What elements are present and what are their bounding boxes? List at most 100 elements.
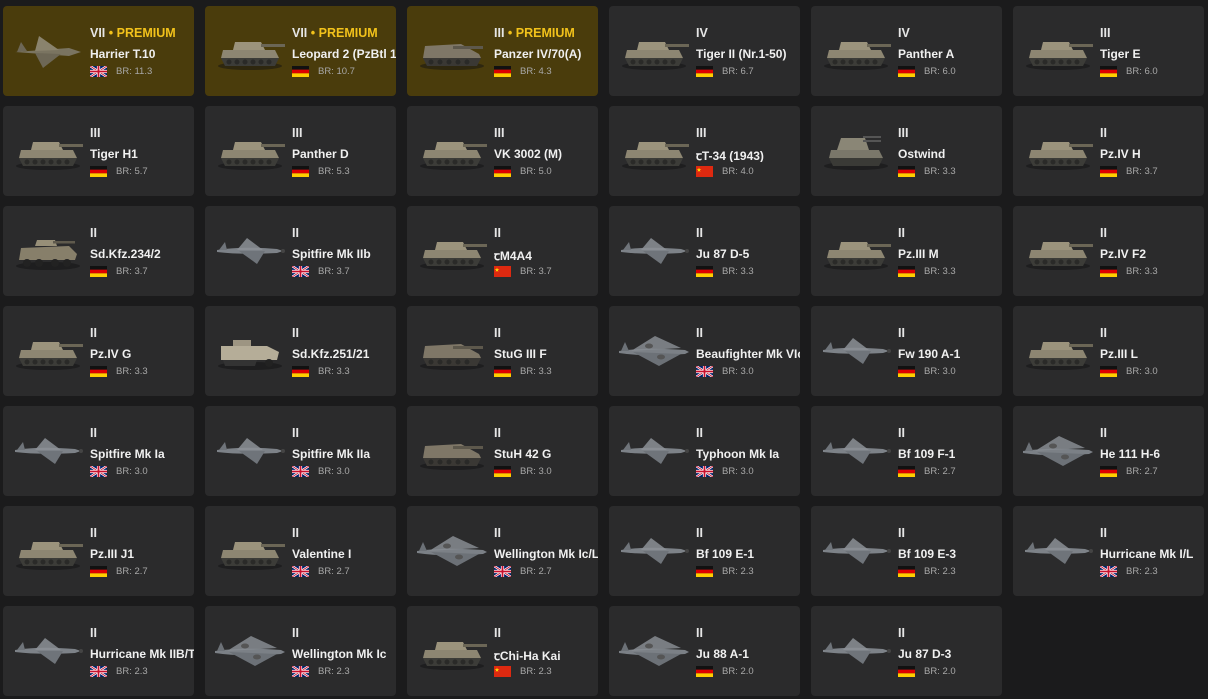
vehicle-card[interactable]: II Sd.Kfz.251/21 BR: 3.3 (205, 306, 396, 396)
battle-rating: BR: 5.3 (318, 165, 350, 177)
vehicle-card[interactable]: II Ju 87 D-5 BR: 3.3 (609, 206, 800, 296)
battle-rating: BR: 3.0 (318, 465, 350, 477)
vehicle-card[interactable]: III Tiger E BR: 6.0 (1013, 6, 1204, 96)
vehicle-card[interactable]: II Wellington Mk Ic/L BR: 2.7 (407, 506, 598, 596)
rank-label: III (90, 126, 101, 140)
vehicle-card[interactable]: IV Panther A BR: 6.0 (811, 6, 1002, 96)
vehicle-card[interactable]: II Hurricane Mk I/L BR: 2.3 (1013, 506, 1204, 596)
vehicle-card[interactable]: II Pz.III M BR: 3.3 (811, 206, 1002, 296)
battle-rating-row: BR: 11.3 (90, 65, 194, 77)
rank-separator: • (105, 26, 117, 40)
battle-rating: BR: 2.0 (924, 665, 956, 677)
battle-rating: BR: 3.7 (318, 265, 350, 277)
battle-rating: BR: 11.3 (116, 65, 153, 77)
rank-label: II (696, 226, 703, 240)
vehicle-card[interactable]: VII • PREMIUM Leopard 2 (PzBtl 123) BR: 10… (205, 6, 396, 96)
fighter-plane-icon (15, 438, 83, 464)
vehicle-card[interactable]: II He 111 H-6 BR: 2.7 (1013, 406, 1204, 496)
rank-label: II (1100, 526, 1107, 540)
vehicle-card[interactable]: II Valentine I BR: 2.7 (205, 506, 396, 596)
china-flag-icon (494, 265, 511, 277)
rank-label: II (494, 426, 501, 440)
vehicle-name: Panther D (292, 147, 349, 161)
vehicle-card[interactable]: II Ju 88 A-1 BR: 2.0 (609, 606, 800, 696)
battle-rating: BR: 4.0 (722, 165, 754, 177)
battle-rating-row: BR: 3.3 (898, 265, 1002, 277)
tank-icon (1026, 342, 1093, 370)
vehicle-name: Tiger E (1100, 47, 1141, 61)
vehicle-info: II Ju 87 D-3 BR: 2.0 (898, 626, 1002, 677)
vehicle-card[interactable]: II Spitfire Mk IIb BR: 3.7 (205, 206, 396, 296)
rank-label: II (494, 526, 501, 540)
battle-rating: BR: 3.7 (1126, 165, 1158, 177)
germany-flag-icon (90, 265, 107, 277)
vehicle-card[interactable]: II Pz.IV F2 BR: 3.3 (1013, 206, 1204, 296)
germany-flag-icon (1100, 365, 1117, 377)
uk-flag-icon (292, 665, 309, 677)
battle-rating: BR: 2.3 (520, 665, 552, 677)
vehicle-card[interactable]: II Pz.IV G BR: 3.3 (3, 306, 194, 396)
vehicle-name: Bf 109 F-1 (898, 447, 956, 461)
vehicle-name: Pz.III L (1100, 347, 1139, 361)
battle-rating: BR: 2.0 (722, 665, 754, 677)
vehicle-card[interactable]: II Typhoon Mk Ia BR: 3.0 (609, 406, 800, 496)
vehicle-name: Beaufighter Mk VIc (696, 347, 800, 361)
battle-rating-row: BR: 2.7 (1100, 465, 1204, 477)
vehicle-card[interactable]: III ꞇT-34 (1943) BR: 4.0 (609, 106, 800, 196)
vehicle-rank: III • PREMIUM (494, 26, 598, 41)
vehicle-card[interactable]: III Panther D BR: 5.3 (205, 106, 396, 196)
vehicle-rank: III (696, 126, 800, 141)
vehicle-rank: II (696, 326, 800, 341)
vehicle-card[interactable]: II Sd.Kfz.234/2 BR: 3.7 (3, 206, 194, 296)
vehicle-card[interactable]: II Bf 109 F-1 BR: 2.7 (811, 406, 1002, 496)
germany-flag-icon (292, 65, 309, 77)
vehicle-card[interactable]: II Spitfire Mk IIa BR: 3.0 (205, 406, 396, 496)
vehicle-card[interactable]: IV Tiger II (Nr.1-50) BR: 6.7 (609, 6, 800, 96)
vehicle-card[interactable]: II Wellington Mk Ic BR: 2.3 (205, 606, 396, 696)
vehicle-card[interactable]: II Fw 190 A-1 BR: 3.0 (811, 306, 1002, 396)
vehicle-card[interactable]: II StuG III F BR: 3.3 (407, 306, 598, 396)
vehicle-card[interactable]: II Bf 109 E-3 BR: 2.3 (811, 506, 1002, 596)
rank-label: II (898, 326, 905, 340)
vehicle-thumbnail (413, 324, 491, 376)
battle-rating: BR: 2.3 (924, 565, 956, 577)
vehicle-thumbnail (211, 624, 289, 676)
vehicle-info: II Wellington Mk Ic BR: 2.3 (292, 626, 396, 677)
vehicle-thumbnail (615, 524, 693, 576)
vehicle-name: Ju 87 D-3 (898, 647, 952, 661)
vehicle-card[interactable]: II ꞇM4A4 BR: 3.7 (407, 206, 598, 296)
tank-icon (1026, 42, 1093, 70)
vehicle-info: II He 111 H-6 BR: 2.7 (1100, 426, 1204, 477)
vehicle-rank: II (898, 526, 1002, 541)
vehicle-info: III Tiger H1 BR: 5.7 (90, 126, 194, 177)
vehicle-name: Spitfire Mk Ia (90, 447, 165, 461)
battle-rating: BR: 2.7 (924, 465, 956, 477)
vehicle-card[interactable]: III Ostwind BR: 3.3 (811, 106, 1002, 196)
vehicle-card[interactable]: II Beaufighter Mk VIc BR: 3.0 (609, 306, 800, 396)
vehicle-card[interactable]: III VK 3002 (M) BR: 5.0 (407, 106, 598, 196)
vehicle-card[interactable]: II ꞇChi-Ha Kai BR: 2.3 (407, 606, 598, 696)
vehicle-info: III Ostwind BR: 3.3 (898, 126, 1002, 177)
battle-rating: BR: 3.3 (116, 365, 148, 377)
vehicle-card[interactable]: II StuH 42 G BR: 3.0 (407, 406, 598, 496)
tank-icon (16, 542, 83, 570)
vehicle-rank: II (898, 326, 1002, 341)
vehicle-card[interactable]: II Pz.III L BR: 3.0 (1013, 306, 1204, 396)
germany-flag-icon (494, 65, 511, 77)
fighter-plane-icon (823, 538, 891, 564)
vehicle-card[interactable]: VII • PREMIUM Harrier T.10 BR: 11.3 (3, 6, 194, 96)
vehicle-thumbnail (817, 624, 895, 676)
vehicle-info: II Bf 109 F-1 BR: 2.7 (898, 426, 1002, 477)
vehicle-card[interactable]: II Pz.III J1 BR: 2.7 (3, 506, 194, 596)
rank-label: II (90, 326, 97, 340)
vehicle-card[interactable]: II Bf 109 E-1 BR: 2.3 (609, 506, 800, 596)
vehicle-card[interactable]: II Pz.IV H BR: 3.7 (1013, 106, 1204, 196)
battle-rating: BR: 2.3 (116, 665, 148, 677)
vehicle-card[interactable]: III • PREMIUM Panzer IV/70(A) BR: 4.3 (407, 6, 598, 96)
vehicle-card[interactable]: II Hurricane Mk IIB/Trop BR: 2.3 (3, 606, 194, 696)
vehicle-info: II Bf 109 E-1 BR: 2.3 (696, 526, 800, 577)
vehicle-card[interactable]: III Tiger H1 BR: 5.7 (3, 106, 194, 196)
vehicle-info: II Valentine I BR: 2.7 (292, 526, 396, 577)
vehicle-card[interactable]: II Spitfire Mk Ia BR: 3.0 (3, 406, 194, 496)
vehicle-card[interactable]: II Ju 87 D-3 BR: 2.0 (811, 606, 1002, 696)
